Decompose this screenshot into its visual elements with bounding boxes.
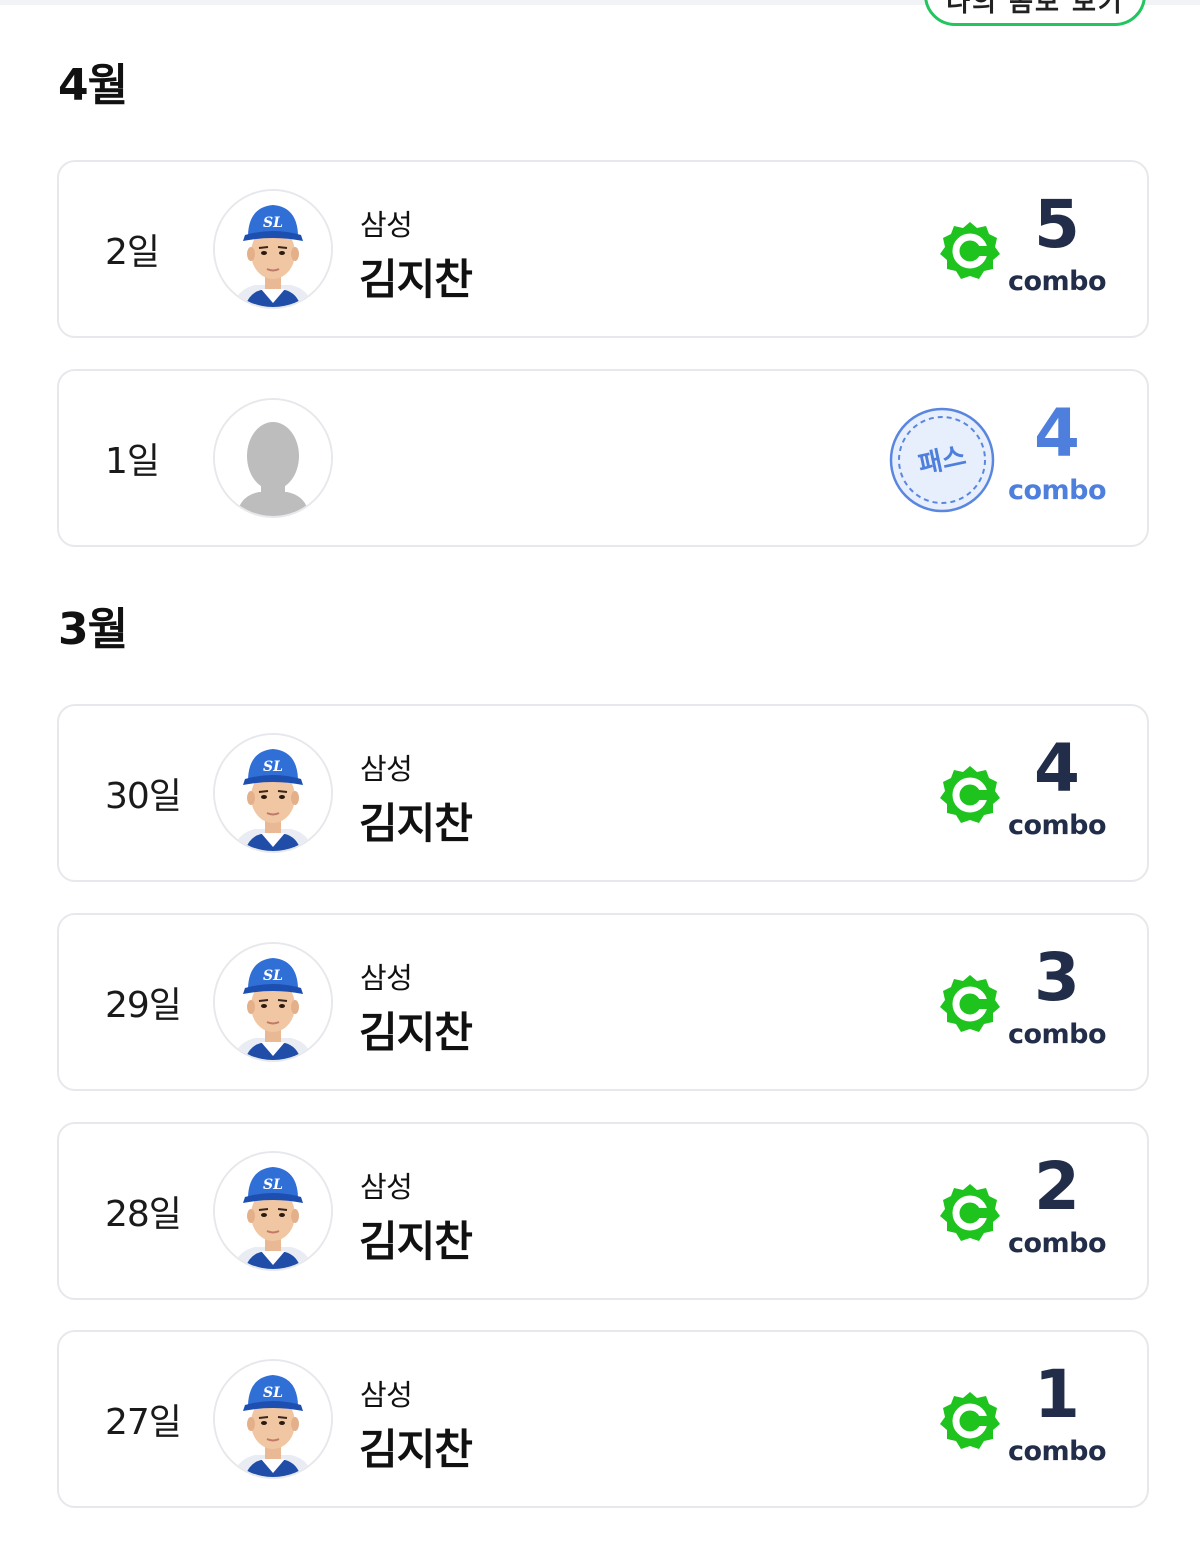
player-name: 김지찬 — [359, 1217, 473, 1266]
player-name: 김지찬 — [359, 799, 473, 848]
svg-text:SL: SL — [263, 215, 283, 231]
svg-text:SL: SL — [263, 1385, 283, 1401]
combo-label: combo — [1007, 810, 1107, 841]
player-avatar: SL — [213, 733, 333, 853]
combo-count: 5 — [1034, 186, 1080, 263]
pass-stamp-icon: 패스 — [889, 407, 995, 513]
combo-entry-card[interactable]: 27일 SL 삼성 김지찬 1 combo — [57, 1330, 1149, 1508]
month-heading: 4월 — [58, 60, 128, 111]
player-avatar: SL — [213, 189, 333, 309]
team-name: 삼성 — [360, 1170, 413, 1204]
combo-label: combo — [1007, 1228, 1107, 1259]
green-c-badge-icon — [939, 973, 1001, 1035]
combo-label: combo — [1007, 1436, 1107, 1467]
combo-entry-card[interactable]: 30일 SL 삼성 김지찬 4 combo — [57, 704, 1149, 882]
green-c-badge-icon — [939, 1182, 1001, 1244]
entry-day: 28일 — [105, 1194, 182, 1235]
my-combo-button-label: 나의 콤보 보기 — [946, 0, 1124, 18]
entry-day: 1일 — [105, 441, 160, 482]
combo-entry-card[interactable]: 2일 SL 삼성 김지찬 5 combo — [57, 160, 1149, 338]
combo-label: combo — [1007, 266, 1107, 297]
player-avatar: SL — [213, 942, 333, 1062]
green-c-badge-icon — [939, 764, 1001, 826]
entry-day: 2일 — [105, 232, 160, 273]
entry-day: 30일 — [105, 776, 182, 817]
svg-text:SL: SL — [263, 1177, 283, 1193]
combo-label: combo — [1007, 1019, 1107, 1050]
player-name: 김지찬 — [359, 255, 473, 304]
combo-count: 4 — [1034, 730, 1080, 807]
my-combo-button[interactable]: 나의 콤보 보기 — [924, 0, 1146, 26]
player-avatar: SL — [213, 1151, 333, 1271]
combo-count: 1 — [1034, 1356, 1080, 1433]
combo-entry-card[interactable]: 28일 SL 삼성 김지찬 2 combo — [57, 1122, 1149, 1300]
player-name: 김지찬 — [359, 1008, 473, 1057]
combo-count: 2 — [1034, 1148, 1080, 1225]
combo-entry-card[interactable]: 1일 패스 4 combo — [57, 369, 1149, 547]
svg-text:SL: SL — [263, 968, 283, 984]
silhouette-avatar — [213, 398, 333, 518]
green-c-badge-icon — [939, 1390, 1001, 1452]
entry-day: 27일 — [105, 1402, 182, 1443]
player-name: 김지찬 — [359, 1425, 473, 1474]
month-heading: 3월 — [58, 604, 128, 655]
player-avatar: SL — [213, 1359, 333, 1479]
combo-count: 4 — [1034, 395, 1080, 472]
svg-text:SL: SL — [263, 759, 283, 775]
green-c-badge-icon — [939, 220, 1001, 282]
entry-day: 29일 — [105, 985, 182, 1026]
combo-label: combo — [1007, 475, 1107, 506]
team-name: 삼성 — [360, 208, 413, 242]
team-name: 삼성 — [360, 752, 413, 786]
team-name: 삼성 — [360, 961, 413, 995]
team-name: 삼성 — [360, 1378, 413, 1412]
combo-count: 3 — [1034, 939, 1080, 1016]
combo-entry-card[interactable]: 29일 SL 삼성 김지찬 3 combo — [57, 913, 1149, 1091]
